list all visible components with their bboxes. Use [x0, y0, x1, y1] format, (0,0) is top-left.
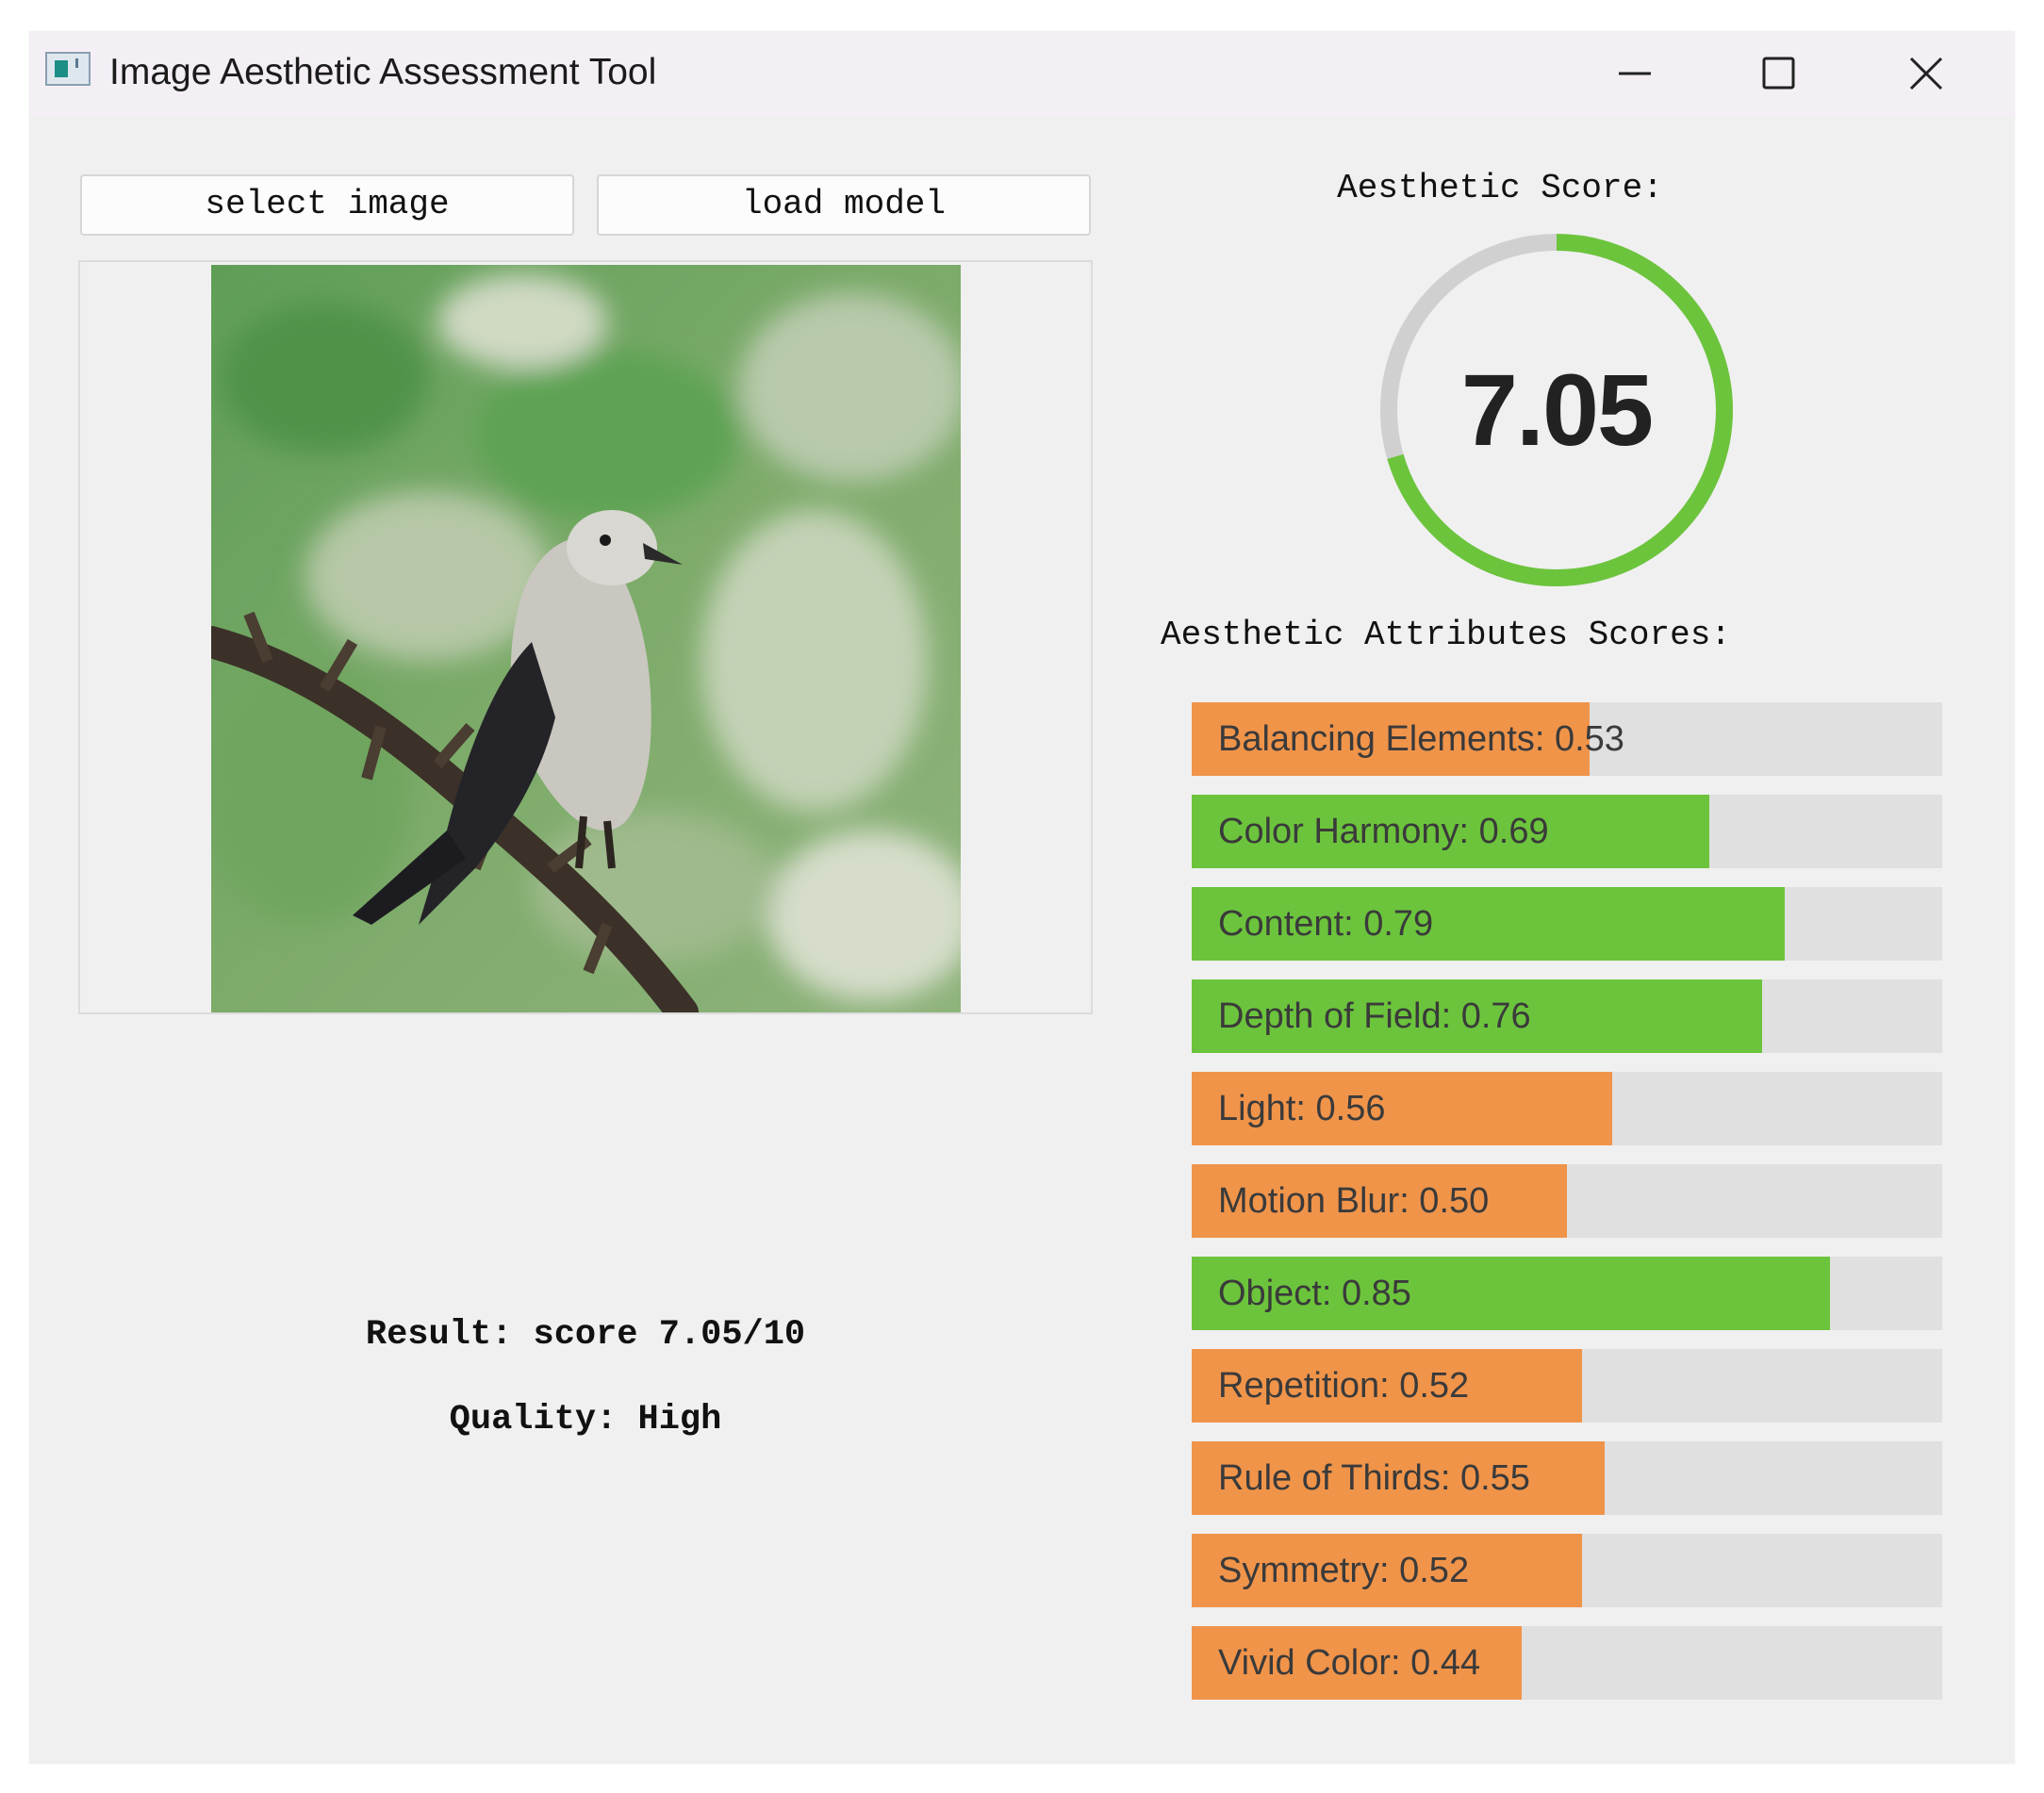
attribute-bar: Symmetry: 0.52 — [1192, 1534, 1942, 1607]
attribute-bar-label: Object: 0.85 — [1218, 1274, 1411, 1313]
close-button[interactable] — [1873, 42, 1977, 105]
app-icon — [45, 52, 91, 86]
attribute-bar-label: Motion Blur: 0.50 — [1218, 1181, 1490, 1221]
attributes-title: Aesthetic Attributes Scores: — [1161, 616, 1731, 654]
attribute-bar: Color Harmony: 0.69 — [1192, 795, 1942, 868]
attribute-bar: Vivid Color: 0.44 — [1192, 1626, 1942, 1700]
select-image-button[interactable]: select image — [80, 174, 574, 236]
attribute-bar-label: Color Harmony: 0.69 — [1218, 812, 1549, 851]
result-score-text: Result: score 7.05/10 — [365, 1315, 806, 1355]
attribute-bar-label: Depth of Field: 0.76 — [1218, 996, 1531, 1036]
attribute-bars: Balancing Elements: 0.53 Color Harmony: 0… — [1192, 702, 1942, 1719]
minimize-icon — [1619, 72, 1651, 75]
attribute-bar-label: Content: 0.79 — [1218, 904, 1434, 944]
window-title: Image Aesthetic Assessment Tool — [109, 52, 657, 92]
attribute-bar: Motion Blur: 0.50 — [1192, 1164, 1942, 1238]
attribute-bar: Content: 0.79 — [1192, 887, 1942, 961]
attribute-bar: Repetition: 0.52 — [1192, 1349, 1942, 1423]
attribute-bar-label: Balancing Elements: 0.53 — [1218, 719, 1624, 759]
attribute-bar: Light: 0.56 — [1192, 1072, 1942, 1145]
maximize-icon — [1762, 57, 1795, 90]
title-bar[interactable]: Image Aesthetic Assessment Tool — [29, 31, 2015, 116]
app-window: Image Aesthetic Assessment Tool select i… — [29, 31, 2015, 1764]
image-preview-frame — [78, 260, 1093, 1014]
attribute-bar-label: Rule of Thirds: 0.55 — [1218, 1458, 1530, 1498]
minimize-button[interactable] — [1583, 42, 1687, 105]
attribute-bar-label: Repetition: 0.52 — [1218, 1366, 1470, 1406]
attribute-bar-label: Symmetry: 0.52 — [1218, 1551, 1470, 1590]
bird-photo — [211, 265, 961, 1012]
load-model-button[interactable]: load model — [597, 174, 1091, 236]
attribute-bar-label: Vivid Color: 0.44 — [1218, 1643, 1481, 1683]
attribute-bar: Depth of Field: 0.76 — [1192, 979, 1942, 1053]
aesthetic-score-title: Aesthetic Score: — [1337, 169, 1663, 207]
attribute-bar: Rule of Thirds: 0.55 — [1192, 1441, 1942, 1515]
maximize-button[interactable] — [1726, 42, 1830, 105]
score-value: 7.05 — [1460, 353, 1654, 467]
attribute-bar: Balancing Elements: 0.53 — [1192, 702, 1942, 776]
result-quality-text: Quality: High — [449, 1400, 722, 1439]
attribute-bar-label: Light: 0.56 — [1218, 1089, 1386, 1128]
attribute-bar: Object: 0.85 — [1192, 1257, 1942, 1330]
close-icon — [1909, 57, 1943, 90]
